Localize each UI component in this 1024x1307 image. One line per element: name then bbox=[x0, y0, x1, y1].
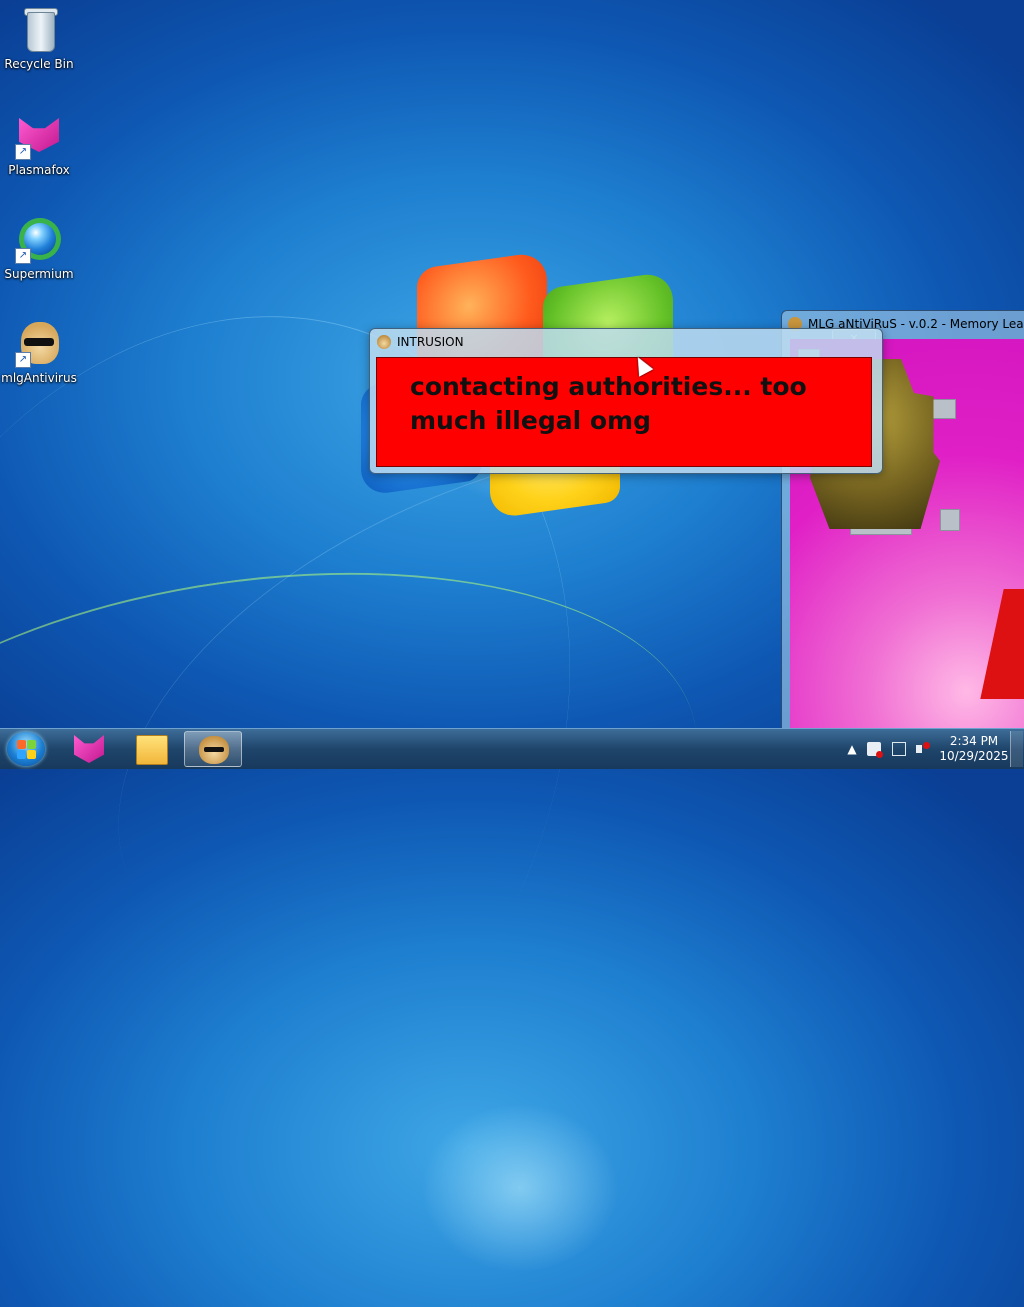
plasmafox-icon: ↗ bbox=[15, 112, 63, 160]
windows-orb-icon bbox=[17, 740, 26, 749]
shortcut-arrow-icon: ↗ bbox=[15, 352, 31, 368]
recycle-bin-icon bbox=[15, 6, 63, 54]
action-center-icon[interactable] bbox=[867, 742, 883, 758]
clock-time: 2:34 PM bbox=[949, 734, 999, 748]
desktop-icon-label: Supermium bbox=[4, 267, 74, 281]
dialog-title-bar[interactable]: INTRUSION bbox=[370, 329, 882, 353]
folder-icon bbox=[136, 735, 168, 765]
supermium-icon: ↗ bbox=[15, 216, 63, 264]
plasmafox-icon bbox=[74, 735, 104, 763]
shortcut-arrow-icon: ↗ bbox=[15, 144, 31, 160]
doge-icon bbox=[199, 736, 229, 764]
mlg-logo-letter bbox=[980, 589, 1024, 699]
mlg-antivirus-icon: ↗ bbox=[15, 320, 63, 368]
broken-wall-shard bbox=[930, 399, 956, 419]
desktop-icon-supermium[interactable]: ↗ Supermium bbox=[0, 216, 78, 281]
desktop-icon-label: Recycle Bin bbox=[4, 57, 74, 71]
shortcut-arrow-icon: ↗ bbox=[15, 248, 31, 264]
windows-orb-icon bbox=[27, 750, 36, 759]
dialog-message: contacting authorities... too much illeg… bbox=[410, 372, 807, 435]
show-desktop-button[interactable] bbox=[1010, 731, 1023, 767]
broken-wall-shard bbox=[940, 509, 960, 531]
show-hidden-icons-button[interactable]: ▲ bbox=[845, 742, 859, 756]
desktop-icon-mlg-antivirus[interactable]: ↗ mlgAntivirus bbox=[0, 320, 78, 385]
clock-date: 10/29/2025 bbox=[939, 749, 1009, 763]
volume-muted-icon[interactable] bbox=[916, 742, 930, 756]
desktop-icon-recycle-bin[interactable]: Recycle Bin bbox=[0, 6, 78, 71]
network-icon[interactable] bbox=[892, 742, 906, 756]
taskbar-button-mlg-antivirus[interactable] bbox=[184, 731, 242, 767]
windows-orb-icon bbox=[17, 750, 26, 759]
desktop-icon-label: Plasmafox bbox=[8, 163, 70, 177]
doge-icon bbox=[377, 335, 391, 349]
taskbar-button-plasmafox[interactable] bbox=[60, 731, 118, 767]
taskbar: ▲ 2:34 PM 10/29/2025 bbox=[0, 728, 1024, 769]
dialog-message-panel: contacting authorities... too much illeg… bbox=[376, 357, 872, 467]
taskbar-clock[interactable]: 2:34 PM 10/29/2025 bbox=[934, 734, 1014, 764]
start-button[interactable] bbox=[7, 732, 45, 766]
desktop-icon-label: mlgAntivirus bbox=[1, 371, 77, 385]
desktop-icon-plasmafox[interactable]: ↗ Plasmafox bbox=[0, 112, 78, 177]
taskbar-button-file-explorer[interactable] bbox=[122, 731, 180, 767]
windows-orb-icon bbox=[27, 740, 36, 749]
dialog-title: INTRUSION bbox=[397, 335, 464, 349]
intrusion-dialog[interactable]: INTRUSION contacting authorities... too … bbox=[369, 328, 883, 474]
